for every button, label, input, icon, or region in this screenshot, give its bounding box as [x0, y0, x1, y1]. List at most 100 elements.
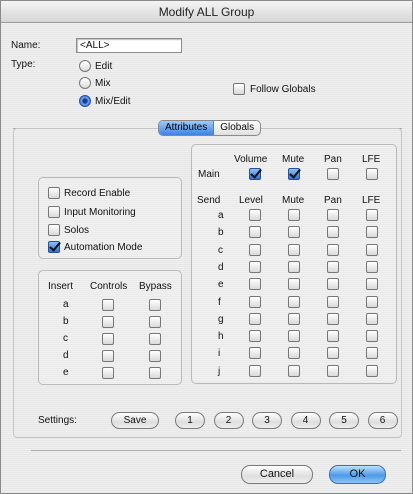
- footer-divider: [31, 450, 401, 451]
- send-level-checkbox[interactable]: [249, 312, 261, 325]
- send-level-checkbox[interactable]: [249, 330, 261, 343]
- settings-slot-6-button[interactable]: 6: [367, 412, 398, 429]
- send-level-checkbox[interactable]: [249, 209, 261, 221]
- insert-controls-checkbox[interactable]: [102, 299, 114, 311]
- send-header: Send: [197, 195, 221, 206]
- insert-bypass-checkbox[interactable]: [149, 367, 161, 379]
- follow-globals-checkbox[interactable]: [233, 83, 245, 95]
- send-level-checkbox[interactable]: [249, 243, 261, 256]
- send-pan-checkbox[interactable]: [327, 243, 339, 256]
- send-row-label: d: [218, 261, 224, 273]
- insert-controls-checkbox[interactable]: [102, 316, 114, 328]
- name-field[interactable]: <ALL>: [76, 38, 182, 53]
- send-row-label: h: [218, 331, 224, 343]
- ok-button[interactable]: OK: [329, 465, 386, 484]
- send-level-checkbox[interactable]: [249, 226, 261, 239]
- send-pan-checkbox[interactable]: [327, 278, 339, 291]
- send-lfe-header: LFE: [362, 195, 381, 206]
- type-mix-edit-radio[interactable]: [79, 95, 91, 107]
- main-pan-header: Pan: [324, 154, 342, 165]
- send-lfe-checkbox[interactable]: [366, 209, 378, 221]
- settings-slot-3-button[interactable]: 3: [252, 412, 282, 429]
- bypass-header: Bypass: [139, 281, 172, 292]
- send-mute-checkbox[interactable]: [288, 209, 300, 221]
- solos-checkbox[interactable]: [48, 224, 60, 236]
- insert-bypass-checkbox[interactable]: [149, 299, 161, 311]
- send-mute-checkbox[interactable]: [288, 226, 300, 239]
- send-row-label: i: [218, 348, 221, 360]
- tab-globals[interactable]: Globals: [214, 121, 260, 135]
- send-mute-checkbox[interactable]: [288, 278, 300, 291]
- send-lfe-checkbox[interactable]: [366, 347, 378, 360]
- send-row-label: b: [218, 227, 224, 239]
- send-lfe-checkbox[interactable]: [366, 226, 378, 239]
- tab-bar: Attributes Globals: [158, 120, 262, 136]
- send-pan-checkbox[interactable]: [327, 347, 339, 360]
- insert-controls-checkbox[interactable]: [102, 350, 114, 362]
- send-mute-checkbox[interactable]: [288, 295, 300, 308]
- send-mute-checkbox[interactable]: [288, 312, 300, 325]
- send-level-checkbox[interactable]: [249, 347, 261, 360]
- send-pan-checkbox[interactable]: [327, 295, 339, 308]
- follow-globals-label: Follow Globals: [250, 84, 316, 95]
- settings-slot-1-button[interactable]: 1: [175, 412, 205, 429]
- send-lfe-checkbox[interactable]: [366, 278, 378, 291]
- solos-label: Solos: [64, 225, 90, 236]
- send-lfe-checkbox[interactable]: [366, 312, 378, 325]
- settings-slot-5-button[interactable]: 5: [329, 412, 359, 429]
- send-pan-checkbox[interactable]: [327, 209, 339, 221]
- send-level-header: Level: [239, 195, 263, 206]
- send-level-checkbox[interactable]: [249, 295, 261, 308]
- tab-attributes[interactable]: Attributes: [159, 121, 215, 135]
- send-lfe-checkbox[interactable]: [366, 243, 378, 256]
- type-mix-label: Mix: [95, 78, 111, 89]
- insert-controls-checkbox[interactable]: [102, 333, 114, 345]
- window-title: Modify ALL Group: [1, 1, 412, 23]
- send-lfe-checkbox[interactable]: [366, 364, 378, 377]
- input-monitoring-checkbox[interactable]: [48, 206, 60, 218]
- send-mute-checkbox[interactable]: [288, 364, 300, 377]
- insert-row-label: c: [63, 333, 68, 344]
- send-level-checkbox[interactable]: [249, 278, 261, 291]
- settings-slot-2-button[interactable]: 2: [213, 412, 244, 429]
- send-pan-checkbox[interactable]: [327, 364, 339, 377]
- send-row-label: j: [218, 365, 221, 377]
- send-mute-checkbox[interactable]: [288, 260, 300, 273]
- automation-mode-checkbox[interactable]: [48, 241, 60, 253]
- send-mute-checkbox[interactable]: [288, 347, 300, 360]
- send-mute-checkbox[interactable]: [288, 243, 300, 256]
- type-edit-radio[interactable]: [79, 60, 91, 72]
- cancel-button[interactable]: Cancel: [241, 465, 313, 484]
- insert-row-label: a: [63, 299, 69, 310]
- main-lfe-checkbox[interactable]: [366, 168, 378, 180]
- send-row-label: a: [218, 210, 224, 221]
- insert-controls-checkbox[interactable]: [102, 367, 114, 379]
- type-mix-edit-label: Mix/Edit: [95, 96, 131, 107]
- main-pan-checkbox[interactable]: [327, 168, 339, 180]
- main-mute-checkbox[interactable]: [288, 168, 300, 180]
- save-button[interactable]: Save: [111, 412, 159, 429]
- send-lfe-checkbox[interactable]: [366, 260, 378, 273]
- send-lfe-checkbox[interactable]: [366, 295, 378, 308]
- send-lfe-checkbox[interactable]: [366, 330, 378, 343]
- send-row-label: f: [218, 296, 221, 308]
- send-mute-header: Mute: [282, 195, 305, 206]
- send-pan-checkbox[interactable]: [327, 260, 339, 273]
- send-pan-header: Pan: [324, 195, 342, 206]
- insert-bypass-checkbox[interactable]: [149, 316, 161, 328]
- settings-slot-4-button[interactable]: 4: [290, 412, 321, 429]
- main-volume-header: Volume: [234, 154, 268, 165]
- type-mix-radio[interactable]: [79, 77, 91, 89]
- send-pan-checkbox[interactable]: [327, 226, 339, 239]
- send-level-checkbox[interactable]: [249, 260, 261, 273]
- send-level-checkbox[interactable]: [249, 364, 261, 377]
- insert-row-label: d: [63, 350, 69, 361]
- send-pan-checkbox[interactable]: [327, 312, 339, 325]
- insert-row-label: b: [63, 316, 69, 327]
- send-mute-checkbox[interactable]: [288, 330, 300, 343]
- insert-bypass-checkbox[interactable]: [149, 333, 161, 345]
- record-enable-checkbox[interactable]: [48, 187, 60, 199]
- main-volume-checkbox[interactable]: [249, 168, 261, 180]
- send-pan-checkbox[interactable]: [327, 330, 339, 343]
- insert-bypass-checkbox[interactable]: [149, 350, 161, 362]
